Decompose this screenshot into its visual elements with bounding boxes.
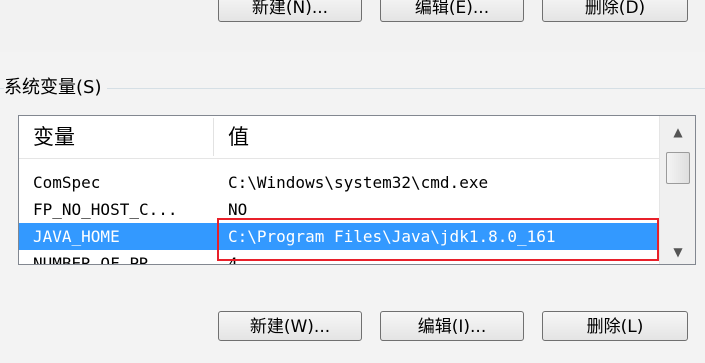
row-variable-name: ComSpec bbox=[33, 173, 101, 192]
row-variable-value: NO bbox=[228, 200, 248, 219]
list-column-header: 变量 值 bbox=[19, 116, 659, 159]
system-edit-button[interactable]: 编辑(I)... bbox=[380, 311, 524, 341]
user-delete-button[interactable]: 删除(D) bbox=[542, 0, 688, 22]
list-row[interactable]: NUMBER_OF_PR... 4 bbox=[19, 250, 659, 265]
user-edit-button[interactable]: 编辑(E)... bbox=[380, 0, 524, 22]
list-row[interactable]: FP_NO_HOST_C... NO bbox=[19, 196, 659, 223]
system-new-button[interactable]: 新建(W)... bbox=[218, 311, 362, 341]
scrollbar-thumb[interactable] bbox=[666, 152, 690, 184]
system-variables-group-title: 系统变量(S) bbox=[4, 75, 108, 101]
system-variables-list[interactable]: 变量 值 ComSpec C:\Windows\system32\cmd.exe… bbox=[18, 115, 696, 265]
user-new-button[interactable]: 新建(N)... bbox=[218, 0, 362, 22]
row-variable-name: JAVA_HOME bbox=[33, 227, 120, 246]
column-header-value[interactable]: 值 bbox=[228, 122, 249, 152]
column-header-name[interactable]: 变量 bbox=[33, 122, 75, 152]
row-variable-value: C:\Program Files\Java\jdk1.8.0_161 bbox=[228, 227, 556, 246]
row-variable-value: C:\Windows\system32\cmd.exe bbox=[228, 173, 489, 192]
row-variable-value: 4 bbox=[228, 254, 238, 265]
scroll-down-arrow-icon[interactable]: ▼ bbox=[660, 238, 695, 264]
list-row[interactable]: ComSpec C:\Windows\system32\cmd.exe bbox=[19, 169, 659, 196]
vertical-scrollbar[interactable]: ▲ ▼ bbox=[659, 116, 695, 264]
row-variable-name: NUMBER_OF_PR... bbox=[33, 254, 178, 265]
row-variable-name: FP_NO_HOST_C... bbox=[33, 200, 178, 219]
system-delete-button[interactable]: 删除(L) bbox=[542, 311, 688, 341]
scroll-up-arrow-icon[interactable]: ▲ bbox=[660, 118, 695, 146]
list-row-selected[interactable]: JAVA_HOME C:\Program Files\Java\jdk1.8.0… bbox=[19, 223, 659, 250]
column-separator[interactable] bbox=[213, 118, 214, 156]
